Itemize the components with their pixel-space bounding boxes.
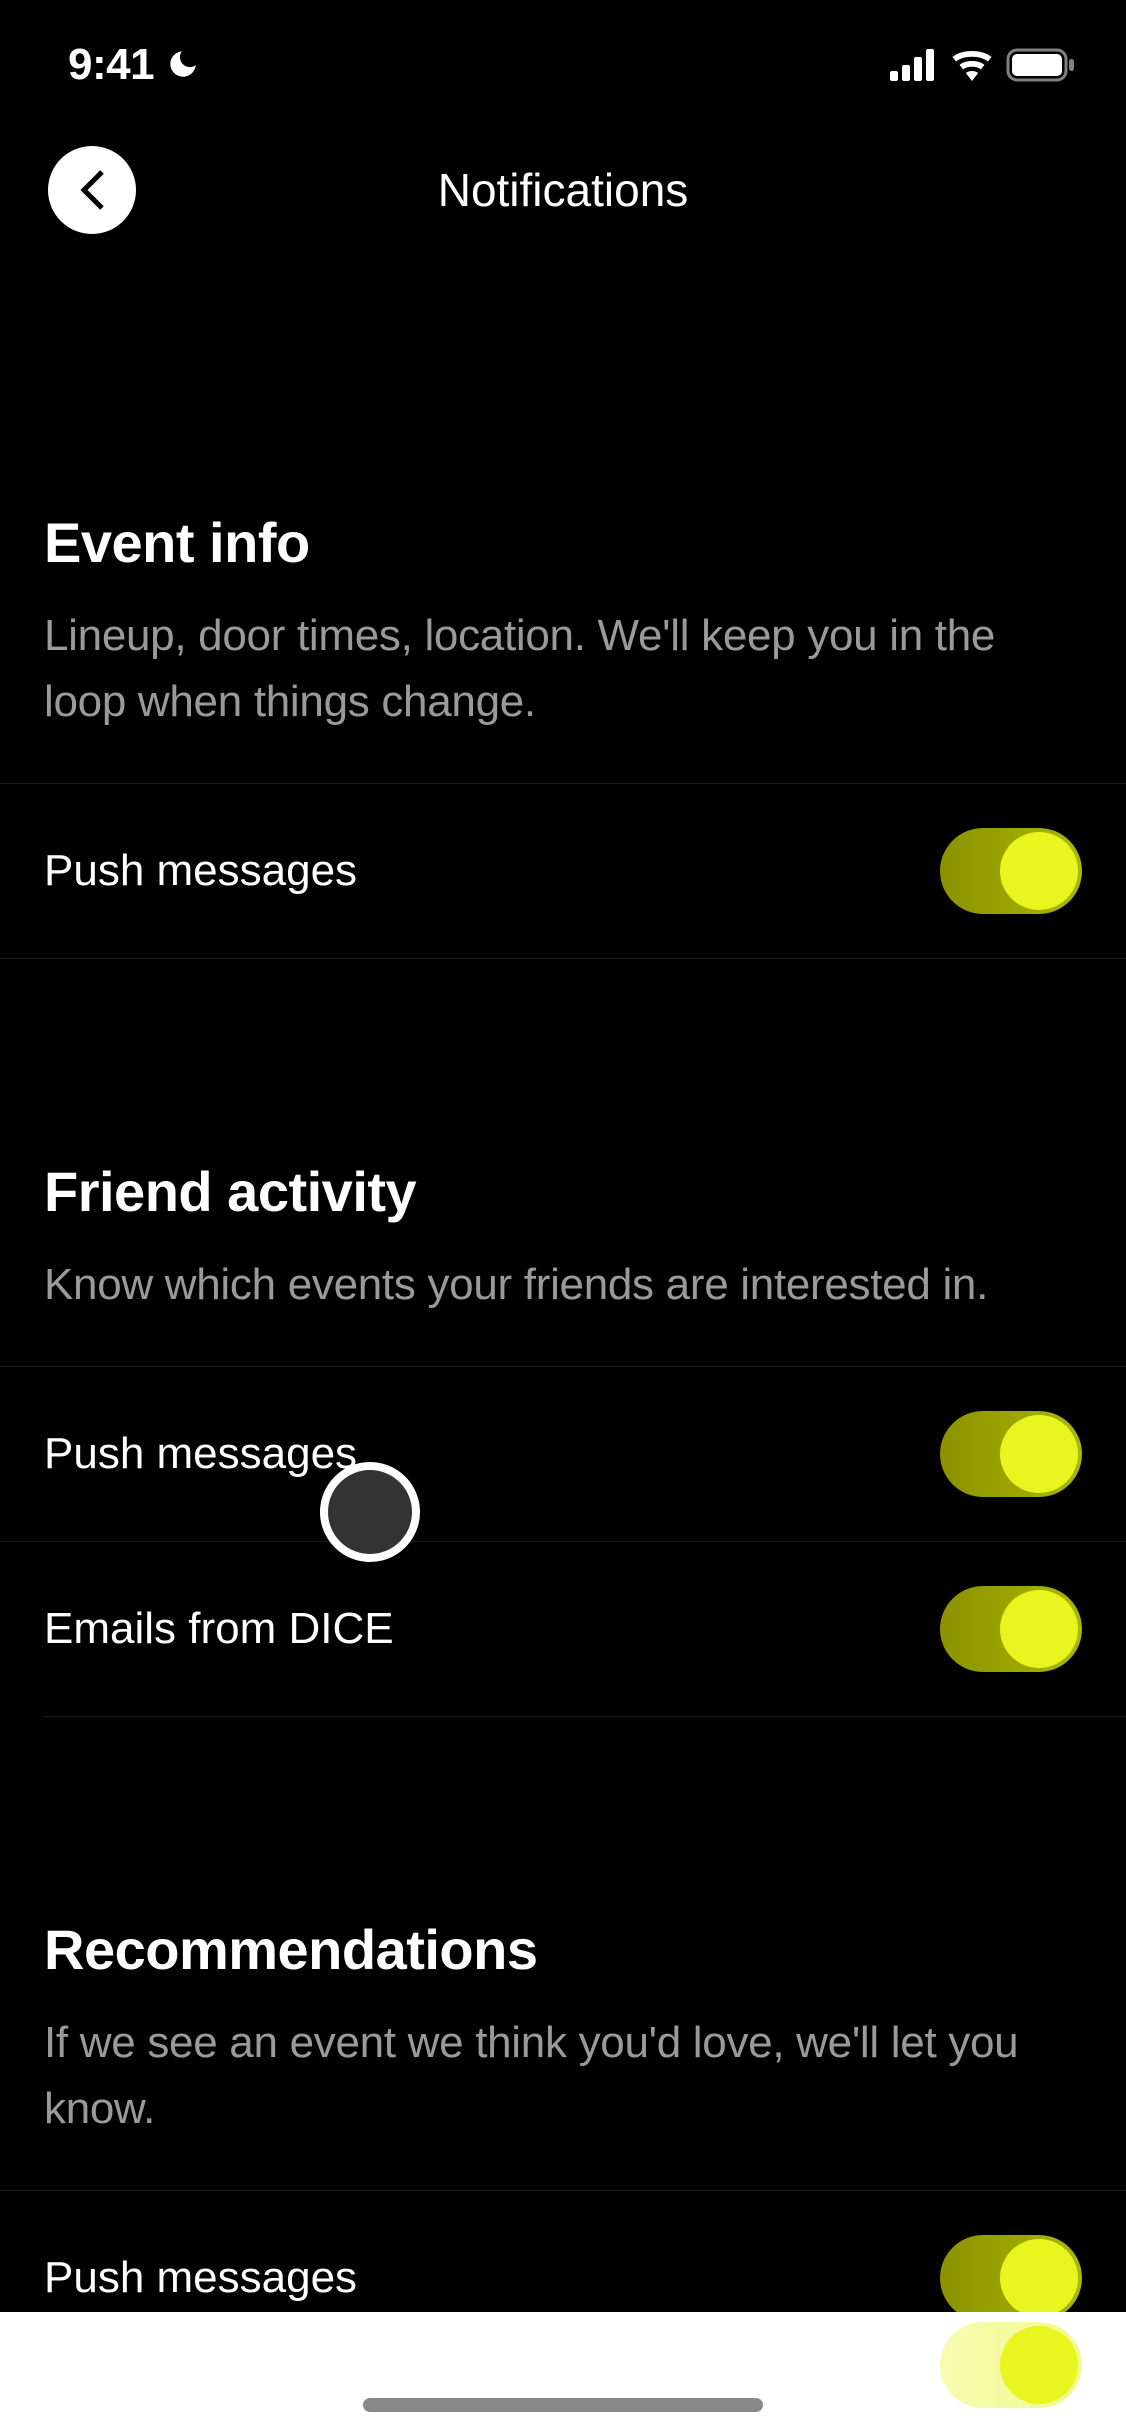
nav-header: Notifications	[0, 100, 1126, 230]
section-description: Know which events your friends are inter…	[44, 1252, 1082, 1318]
setting-row-push-messages: Push messages	[0, 1367, 1126, 1542]
status-right	[890, 48, 1076, 82]
toggle-recommendations-push[interactable]	[940, 2235, 1082, 2321]
setting-row-push-messages: Push messages	[0, 784, 1126, 959]
setting-label: Push messages	[44, 846, 357, 896]
settings-group: Push messages Emails from DICE	[0, 1366, 1126, 1717]
moon-icon	[166, 47, 202, 83]
toggle-knob	[1000, 1590, 1078, 1668]
setting-row-emails: Emails from DICE	[44, 1542, 1126, 1717]
cellular-signal-icon	[890, 49, 938, 81]
wifi-icon	[950, 49, 994, 81]
status-bar: 9:41	[0, 0, 1126, 100]
section-friend-activity: Friend activity Know which events your f…	[0, 1159, 1126, 1717]
touch-indicator	[320, 1462, 420, 1562]
toggle-knob	[1000, 832, 1078, 910]
bottom-overlay	[0, 2312, 1126, 2436]
section-header: Event info Lineup, door times, location.…	[0, 510, 1126, 783]
toggle-partial[interactable]	[940, 2322, 1082, 2408]
setting-label: Emails from DICE	[44, 1604, 394, 1654]
back-button[interactable]	[48, 146, 136, 234]
toggle-friend-push[interactable]	[940, 1411, 1082, 1497]
battery-icon	[1006, 48, 1076, 82]
settings-group: Push messages	[0, 783, 1126, 959]
toggle-knob	[1000, 2326, 1078, 2404]
section-header: Friend activity Know which events your f…	[0, 1159, 1126, 1366]
section-header: Recommendations If we see an event we th…	[0, 1917, 1126, 2190]
toggle-friend-emails[interactable]	[940, 1586, 1082, 1672]
section-description: Lineup, door times, location. We'll keep…	[44, 603, 1082, 735]
setting-label: Push messages	[44, 1429, 357, 1479]
section-event-info: Event info Lineup, door times, location.…	[0, 510, 1126, 959]
status-time: 9:41	[68, 40, 154, 90]
section-recommendations: Recommendations If we see an event we th…	[0, 1917, 1126, 2366]
page-title: Notifications	[0, 163, 1126, 217]
section-description: If we see an event we think you'd love, …	[44, 2010, 1082, 2142]
toggle-knob	[1000, 1415, 1078, 1493]
home-indicator	[363, 2398, 763, 2412]
toggle-knob	[1000, 2239, 1078, 2317]
setting-label: Push messages	[44, 2253, 357, 2303]
section-title: Recommendations	[44, 1917, 1082, 1982]
section-title: Event info	[44, 510, 1082, 575]
content: Event info Lineup, door times, location.…	[0, 230, 1126, 2366]
chevron-left-icon	[78, 168, 106, 212]
section-title: Friend activity	[44, 1159, 1082, 1224]
status-left: 9:41	[68, 40, 202, 90]
toggle-event-push[interactable]	[940, 828, 1082, 914]
